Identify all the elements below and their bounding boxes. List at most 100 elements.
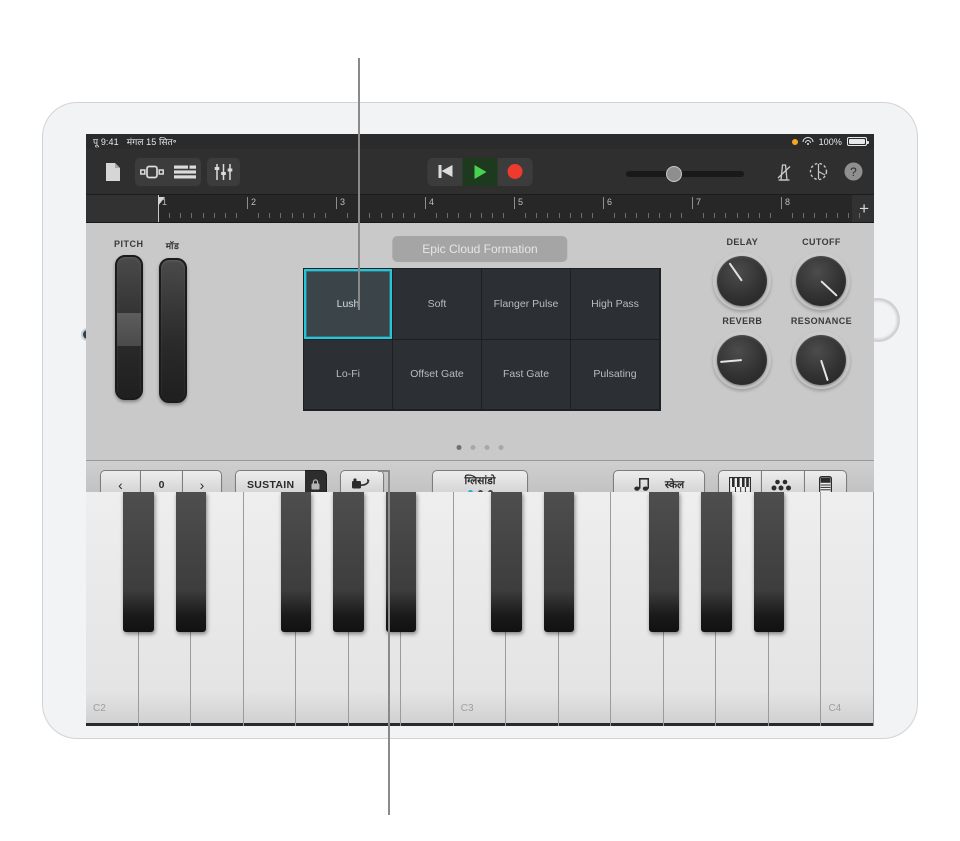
transport-controls — [427, 157, 533, 186]
status-date: मंगल 15 सित॰ — [126, 137, 177, 147]
black-key[interactable] — [175, 492, 207, 632]
ruler-sub-tick — [180, 213, 182, 218]
ruler-sub-tick — [758, 213, 760, 218]
preset-page-dot[interactable] — [456, 445, 462, 450]
preset-cell[interactable]: Pulsating — [571, 339, 660, 410]
ruler-sub-tick — [769, 213, 771, 218]
recording-indicator-icon — [791, 138, 798, 145]
patch-name-button[interactable]: Epic Cloud Formation — [392, 236, 568, 262]
knob-label: CUTOFF — [802, 237, 841, 247]
wifi-icon — [802, 137, 814, 146]
black-key[interactable] — [385, 492, 417, 632]
ruler-sub-tick — [491, 213, 493, 218]
preset-cell[interactable]: Lush — [304, 269, 393, 340]
knob-grid: DELAY CUTOFF REVERB RESONANCE — [712, 237, 852, 389]
ruler-sub-tick — [213, 213, 215, 218]
ruler-sub-tick — [324, 213, 326, 218]
ruler-sub-tick — [558, 213, 560, 218]
black-key[interactable] — [701, 492, 732, 632]
preset-cell[interactable]: Fast Gate — [482, 339, 571, 410]
mixer-button[interactable] — [207, 157, 240, 186]
notes-chord-icon — [771, 478, 795, 492]
ruler-sub-tick — [291, 213, 293, 218]
arpeggiator-icon — [351, 477, 373, 492]
help-button[interactable]: ? — [843, 161, 864, 182]
my-songs-button[interactable] — [96, 158, 129, 186]
white-key[interactable]: C4 — [821, 492, 874, 726]
black-key[interactable] — [648, 492, 680, 632]
preset-label: Lo-Fi — [336, 368, 360, 381]
knob-cutoff[interactable] — [796, 256, 847, 306]
play-button[interactable] — [462, 157, 498, 186]
ruler-sub-tick — [347, 213, 349, 218]
ruler-bar-label: 2 — [247, 197, 256, 209]
lock-icon — [311, 479, 320, 490]
preset-label: Pulsating — [593, 368, 637, 381]
pitch-wheel-label: PITCH — [114, 239, 144, 249]
ruler-sub-tick — [469, 213, 471, 218]
knob-delay[interactable] — [717, 256, 768, 306]
knob-bezel — [792, 252, 851, 310]
ruler-sub-tick — [814, 213, 816, 218]
preset-label: Offset Gate — [410, 368, 464, 381]
preset-label: Lush — [336, 297, 360, 310]
ruler-sub-tick — [502, 213, 504, 218]
timeline-ruler[interactable]: 12345678 + — [86, 195, 874, 223]
ruler-sub-tick — [792, 213, 794, 218]
ruler-sub-tick — [447, 213, 449, 218]
knob-label: RESONANCE — [790, 316, 852, 326]
ruler-sub-tick — [547, 213, 549, 218]
knob-pointer — [728, 262, 744, 282]
ruler-sub-tick — [391, 213, 393, 218]
ruler-sub-tick — [591, 213, 593, 218]
mod-wheel[interactable] — [158, 258, 187, 403]
record-button[interactable] — [498, 158, 533, 186]
faders-icon — [214, 163, 233, 180]
pitch-wheel[interactable] — [114, 255, 143, 400]
preset-page-dot[interactable] — [470, 445, 476, 450]
preset-cell[interactable]: Soft — [393, 269, 482, 340]
record-icon — [507, 164, 523, 179]
help-icon: ? — [843, 161, 864, 182]
tracks-view-icon — [173, 165, 196, 179]
black-key[interactable] — [753, 492, 785, 632]
pitch-wheel-group: PITCH — [114, 239, 144, 403]
preset-label: High Pass — [591, 297, 639, 310]
knob-reverb[interactable] — [717, 335, 768, 385]
preset-page-dot[interactable] — [498, 445, 504, 450]
preset-cell[interactable]: Offset Gate — [393, 339, 482, 410]
ipad-screen: पू 9:41 मंगल 15 सित॰ 100% ? 1 2 3 4 5 6 … — [86, 134, 874, 726]
preset-label: Fast Gate — [502, 368, 550, 381]
metronome-button[interactable] — [774, 162, 794, 182]
black-key[interactable] — [491, 492, 522, 632]
master-volume-thumb[interactable] — [666, 166, 682, 182]
knob-pointer — [720, 359, 743, 363]
rewind-button[interactable] — [428, 158, 463, 186]
battery-icon — [847, 137, 869, 146]
preset-cell[interactable]: Lo-Fi — [304, 339, 393, 410]
black-key[interactable] — [333, 492, 364, 632]
settings-button[interactable] — [808, 161, 829, 182]
tracks-view-button[interactable] — [168, 158, 201, 186]
add-section-button[interactable]: + — [859, 200, 869, 217]
knob-resonance[interactable] — [796, 335, 847, 385]
instrument-view-button[interactable] — [135, 158, 168, 186]
black-key[interactable] — [543, 492, 575, 632]
black-key[interactable] — [280, 492, 312, 632]
preset-cell[interactable]: Flanger Pulse — [482, 269, 571, 340]
piano-keyboard[interactable]: C2 C3 C4 — [86, 492, 874, 726]
document-icon — [104, 162, 121, 182]
ruler-sub-tick — [202, 213, 204, 218]
preset-cell[interactable]: High Pass — [571, 269, 660, 340]
ruler-sub-tick — [803, 213, 805, 218]
knob-label: REVERB — [722, 316, 763, 326]
preset-label: Soft — [427, 297, 447, 310]
black-key[interactable] — [123, 492, 154, 632]
gear-icon — [808, 161, 829, 182]
ruler-sub-tick — [224, 213, 226, 218]
metronome-icon — [774, 162, 794, 182]
status-bar-right: 100% — [791, 137, 869, 147]
master-volume-slider[interactable] — [626, 166, 744, 182]
knob-bezel — [713, 252, 772, 310]
preset-page-dot[interactable] — [484, 445, 490, 450]
